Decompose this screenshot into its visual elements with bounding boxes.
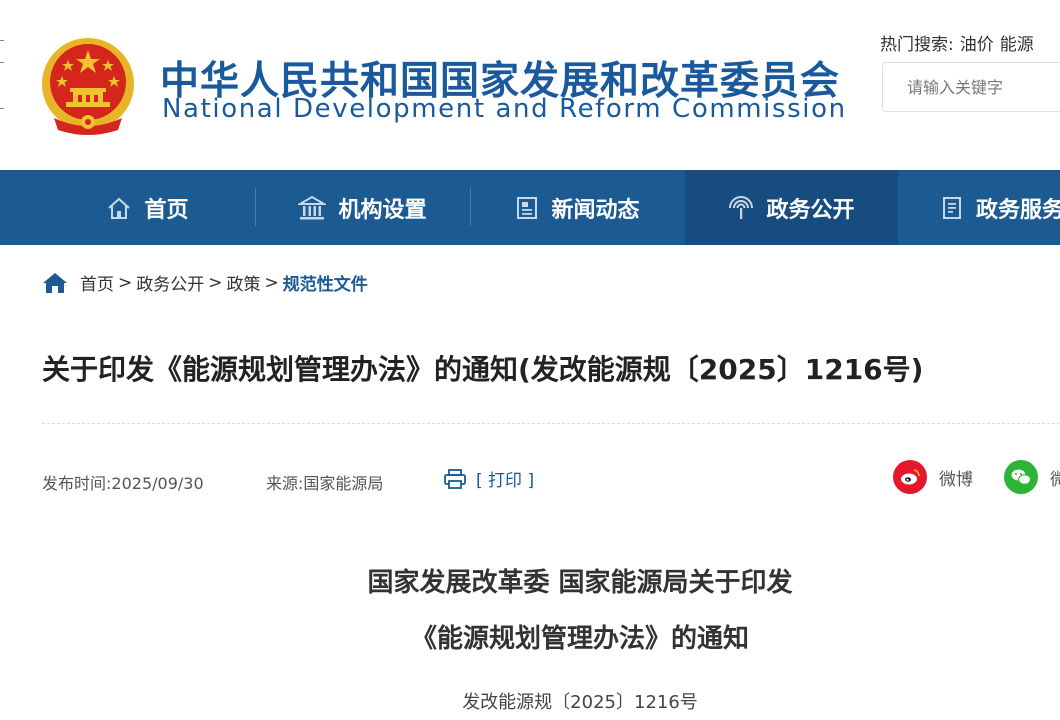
nav-item-services[interactable]: 政务服务 [898,170,1060,245]
breadcrumb-separator: > [264,272,279,293]
search-input[interactable] [883,63,1060,111]
nav-item-institutions[interactable]: 机构设置 [255,170,470,245]
source-label: 来源: [266,474,304,493]
article-title: 关于印发《能源规划管理办法》的通知(发改能源规〔2025〕1216号) [42,353,924,386]
nav-label-government-affairs: 政务公开 [766,197,855,223]
breadcrumb: 首页 > 政务公开 > 政策 > 规范性文件 [42,270,368,295]
breadcrumb-policy[interactable]: 政策 [227,270,261,295]
print-button[interactable]: [ 打印 ] [444,466,534,491]
site-title-en[interactable]: National Development and Reform Commissi… [162,94,847,124]
share-wechat-label: 微 [1050,469,1060,490]
nav-item-home[interactable]: 首页 [40,170,255,245]
doc-heading-line1: 国家发展改革委 国家能源局关于印发 [367,568,793,598]
share-wechat[interactable]: 微 [1004,460,1060,494]
nav-label-news: 新闻动态 [551,197,640,223]
edge-mark [0,62,4,63]
doc-number: 发改能源规〔2025〕1216号 [462,692,698,713]
share-weibo[interactable]: 微博 [893,460,973,494]
newspaper-icon [517,196,538,219]
hot-search: 热门搜索: 油价 能源 [880,30,1040,55]
breadcrumb-separator: > [208,272,223,293]
wechat-icon [1004,460,1038,494]
weibo-icon [893,460,927,494]
source-value: 国家能源局 [303,474,384,493]
share-weibo-label: 微博 [939,469,973,490]
nav-label-institutions: 机构设置 [338,197,427,223]
search-box [882,62,1060,112]
home-icon[interactable] [42,272,68,294]
institution-icon [298,195,327,219]
doc-heading-line2: 《能源规划管理办法》的通知 [410,624,749,654]
site-header: 中华人民共和国国家发展和改革委员会 National Development a… [0,0,1060,170]
nav-item-government-affairs[interactable]: 政务公开 [685,170,898,245]
national-emblem-icon[interactable] [40,36,136,136]
source-info: 来源:国家能源局 [266,470,383,494]
broadcast-icon [729,195,754,219]
publish-info: 发布时间:2025/09/30 [42,470,204,494]
main-nav: 首页 机构设置 新闻动态 政务公开 政务服务 [0,170,1060,245]
breadcrumb-government-affairs[interactable]: 政务公开 [136,270,204,295]
edge-mark [0,108,4,109]
hot-search-term-energy[interactable]: 能源 [1000,35,1034,55]
edge-mark [0,40,4,41]
document-icon [943,196,961,219]
home-icon [108,197,131,219]
publish-label: 发布时间: [42,474,112,493]
breadcrumb-separator: > [118,272,133,293]
title-divider [42,423,1060,424]
nav-label-services: 政务服务 [976,197,1060,223]
printer-icon [444,468,466,489]
breadcrumb-home[interactable]: 首页 [80,270,114,295]
hot-search-label: 热门搜索: [880,35,954,55]
nav-label-home: 首页 [144,197,189,223]
print-label: [ 打印 ] [476,471,535,491]
nav-item-news[interactable]: 新闻动态 [470,170,685,245]
publish-date: 2025/09/30 [111,474,204,493]
breadcrumb-current[interactable]: 规范性文件 [283,270,368,295]
hot-search-term-oil-price[interactable]: 油价 [960,35,994,55]
